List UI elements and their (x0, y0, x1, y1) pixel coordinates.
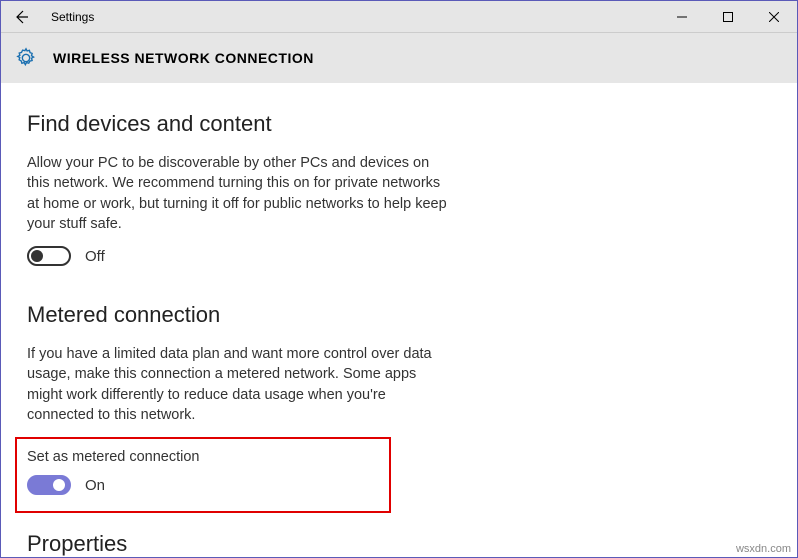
content-area: Find devices and content Allow your PC t… (1, 83, 797, 557)
find-devices-toggle[interactable] (27, 246, 71, 266)
page-title: WIRELESS NETWORK CONNECTION (53, 50, 314, 66)
metered-toggle[interactable] (27, 475, 71, 495)
find-devices-heading: Find devices and content (27, 111, 771, 137)
find-devices-toggle-state: Off (85, 248, 105, 265)
page-header: WIRELESS NETWORK CONNECTION (1, 33, 797, 83)
metered-toggle-row: On (27, 475, 377, 495)
gear-icon (15, 47, 37, 69)
minimize-button[interactable] (659, 2, 705, 32)
back-button[interactable] (9, 5, 33, 29)
maximize-button[interactable] (705, 2, 751, 32)
metered-heading: Metered connection (27, 302, 771, 328)
app-title: Settings (51, 10, 94, 24)
window-controls (659, 2, 797, 32)
metered-highlight-box: Set as metered connection On (15, 437, 391, 513)
close-icon (769, 12, 779, 22)
metered-description: If you have a limited data plan and want… (27, 344, 447, 425)
metered-toggle-state: On (85, 477, 105, 494)
toggle-knob (53, 479, 65, 491)
titlebar: Settings (1, 1, 797, 33)
titlebar-left: Settings (1, 5, 94, 29)
find-devices-toggle-row: Off (27, 246, 771, 266)
back-arrow-icon (13, 9, 29, 25)
close-button[interactable] (751, 2, 797, 32)
watermark: wsxdn.com (736, 543, 791, 555)
minimize-icon (677, 12, 687, 22)
toggle-knob (31, 250, 43, 262)
metered-toggle-label: Set as metered connection (27, 449, 377, 465)
maximize-icon (723, 12, 733, 22)
find-devices-description: Allow your PC to be discoverable by othe… (27, 153, 447, 234)
properties-heading: Properties (27, 531, 771, 557)
